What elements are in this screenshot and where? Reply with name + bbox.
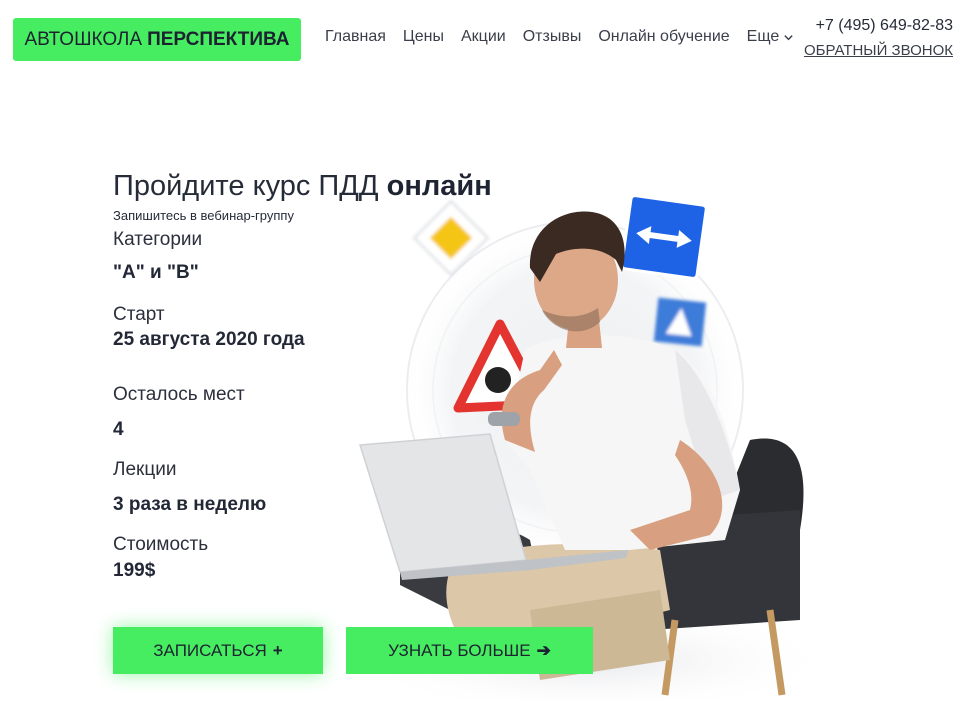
hero-subtitle: Запишитесь в вебинар-группу <box>113 208 294 223</box>
price-value: 199$ <box>113 560 156 581</box>
learn-more-button[interactable]: УЗНАТЬ БОЛЬШЕ ➔ <box>346 627 593 674</box>
price-label: Стоимость <box>113 534 209 555</box>
main-nav: Главная Цены Акции Отзывы Онлайн обучени… <box>325 28 794 46</box>
plus-icon: + <box>272 640 283 660</box>
hero-illustration <box>340 194 840 700</box>
signup-button-label: ЗАПИСАТЬСЯ <box>153 640 267 660</box>
nav-item-more[interactable]: Еще <box>747 28 795 46</box>
categories-label: Категории <box>113 229 203 250</box>
two-way-arrow-sign-icon <box>620 194 708 280</box>
page: АВТОШКОЛА ПЕРСПЕКТИВА Главная Цены Акции… <box>0 0 967 715</box>
pedestrian-crossing-sign-icon <box>653 297 707 347</box>
learn-more-button-label: УЗНАТЬ БОЛЬШЕ <box>388 640 531 660</box>
start-value: 25 августа 2020 года <box>113 329 305 350</box>
categories-value: "А" и "В" <box>113 262 199 283</box>
nav-item-home[interactable]: Главная <box>325 28 386 46</box>
nav-item-promotions[interactable]: Акции <box>461 28 506 46</box>
logo-bold-text: ПЕРСПЕКТИВА <box>147 28 290 50</box>
phone-number[interactable]: +7 (495) 649-82-83 <box>816 17 953 35</box>
nav-more-label: Еще <box>746 28 780 45</box>
nav-item-reviews[interactable]: Отзывы <box>523 28 582 46</box>
callback-link[interactable]: ОБРАТНЫЙ ЗВОНОК <box>804 42 953 59</box>
lectures-label: Лекции <box>113 459 177 480</box>
seats-label: Осталось мест <box>113 384 245 405</box>
logo[interactable]: АВТОШКОЛА ПЕРСПЕКТИВА <box>13 18 301 61</box>
logo-light-text: АВТОШКОЛА <box>24 28 143 50</box>
seats-value: 4 <box>113 419 124 440</box>
nav-item-online-learning[interactable]: Онлайн обучение <box>598 28 729 46</box>
arrow-right-icon: ➔ <box>536 640 551 660</box>
chevron-down-icon <box>784 34 793 40</box>
lectures-value: 3 раза в неделю <box>113 494 267 515</box>
nav-item-prices[interactable]: Цены <box>403 28 444 46</box>
start-label: Старт <box>113 304 165 325</box>
signup-button[interactable]: ЗАПИСАТЬСЯ + <box>113 627 323 674</box>
